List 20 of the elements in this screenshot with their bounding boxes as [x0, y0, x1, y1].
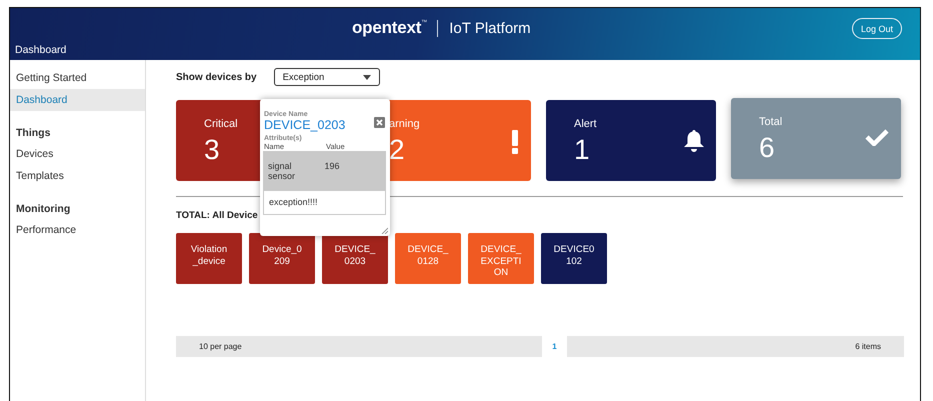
- product-name: IoT Platform: [449, 20, 531, 36]
- page-size-label: 10 per page: [176, 336, 542, 357]
- card-label: arning: [389, 118, 420, 130]
- filter-label: Show devices by: [176, 72, 257, 82]
- item-count: 6 items: [567, 336, 904, 357]
- sidebar-heading: Things: [15, 126, 52, 141]
- card-label: Total: [759, 116, 782, 128]
- total-heading: TOTAL: All Device: [176, 210, 259, 221]
- logo: opentext: [352, 18, 422, 38]
- section-title: Dashboard: [14, 44, 66, 58]
- card-count: 3: [204, 134, 220, 166]
- attribute-name: signal sensor: [268, 161, 296, 183]
- attribute-value: 196: [324, 161, 341, 173]
- card-label: Alert: [574, 118, 597, 130]
- card-count: 6: [759, 132, 775, 164]
- message-field: exception!!!!: [263, 191, 386, 215]
- card-label: Critical: [204, 118, 238, 130]
- sidebar-heading: Monitoring: [15, 202, 72, 217]
- card-count: 2: [389, 134, 405, 166]
- card-count: 1: [574, 134, 590, 166]
